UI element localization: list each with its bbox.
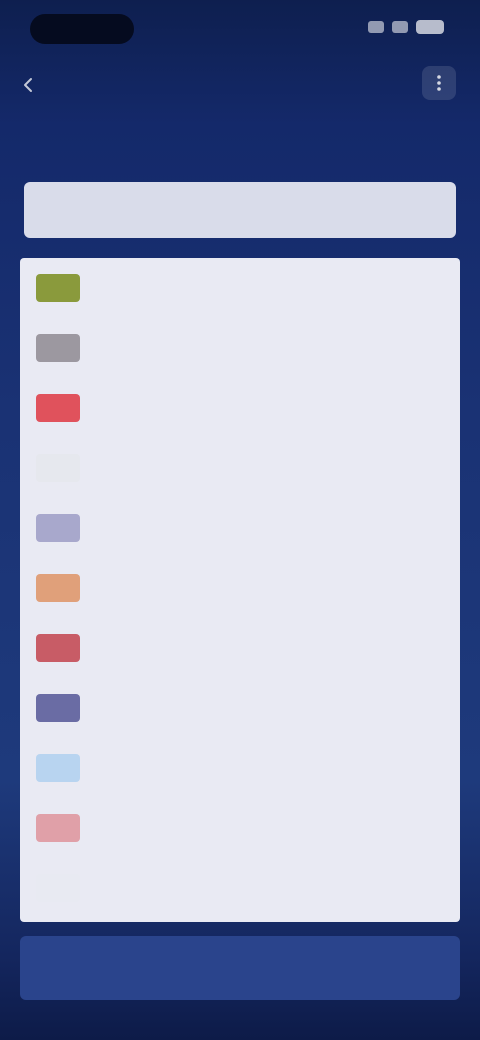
flag-icon: [36, 694, 80, 722]
page-title: [24, 118, 424, 158]
menu-button[interactable]: [422, 66, 456, 100]
list-item[interactable]: [20, 378, 460, 438]
flag-icon: [36, 574, 80, 602]
arrow-left-icon: [24, 78, 32, 92]
list-item[interactable]: [20, 258, 460, 318]
list-item[interactable]: [20, 498, 460, 558]
status-pill: [30, 14, 134, 44]
list-item[interactable]: [20, 558, 460, 618]
flag-icon: [36, 334, 80, 362]
status-icons: [368, 20, 444, 34]
list-item[interactable]: [20, 318, 460, 378]
flag-icon: [36, 874, 80, 902]
list-item[interactable]: [20, 738, 460, 798]
list-item[interactable]: [20, 858, 460, 918]
battery-icon: [416, 20, 444, 34]
wifi-icon: [392, 21, 408, 33]
flag-icon: [36, 814, 80, 842]
flag-icon: [36, 394, 80, 422]
continue-button[interactable]: [20, 936, 460, 1000]
flag-icon: [36, 634, 80, 662]
flag-icon: [36, 274, 80, 302]
signal-icon: [368, 21, 384, 33]
status-bar: [0, 0, 480, 56]
list-item[interactable]: [20, 618, 460, 678]
flag-icon: [36, 514, 80, 542]
list-item[interactable]: [20, 798, 460, 858]
list-item[interactable]: [20, 438, 460, 498]
search-input[interactable]: [24, 182, 456, 238]
back-button[interactable]: [14, 70, 44, 100]
list-item[interactable]: [20, 678, 460, 738]
flag-icon: [36, 454, 80, 482]
flag-icon: [36, 754, 80, 782]
more-icon: [437, 75, 441, 91]
country-list[interactable]: [20, 258, 460, 922]
